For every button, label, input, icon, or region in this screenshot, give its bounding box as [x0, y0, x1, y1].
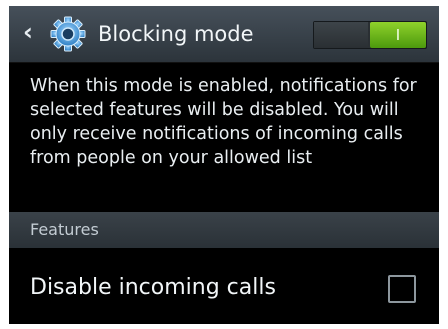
blocking-mode-screen: ‹ Blocking mode I When this mode is enab…: [9, 6, 439, 324]
blocking-mode-toggle[interactable]: I: [313, 21, 427, 49]
toggle-off-track: [314, 22, 368, 48]
toggle-on-thumb: I: [370, 22, 426, 48]
feature-row-disable-incoming-calls[interactable]: Disable incoming calls: [9, 248, 439, 324]
gear-icon-graphic: [50, 16, 86, 52]
disable-incoming-calls-checkbox[interactable]: [388, 275, 416, 303]
blocking-mode-description: When this mode is enabled, notifications…: [30, 76, 417, 168]
feature-label: Disable incoming calls: [30, 275, 276, 300]
features-section-header: Features: [9, 212, 439, 248]
action-bar: ‹ Blocking mode I: [9, 6, 439, 63]
page-title: Blocking mode: [98, 22, 254, 46]
section-label: Features: [30, 220, 99, 239]
gear-icon[interactable]: [49, 15, 87, 53]
chevron-left-icon[interactable]: ‹: [23, 20, 33, 44]
